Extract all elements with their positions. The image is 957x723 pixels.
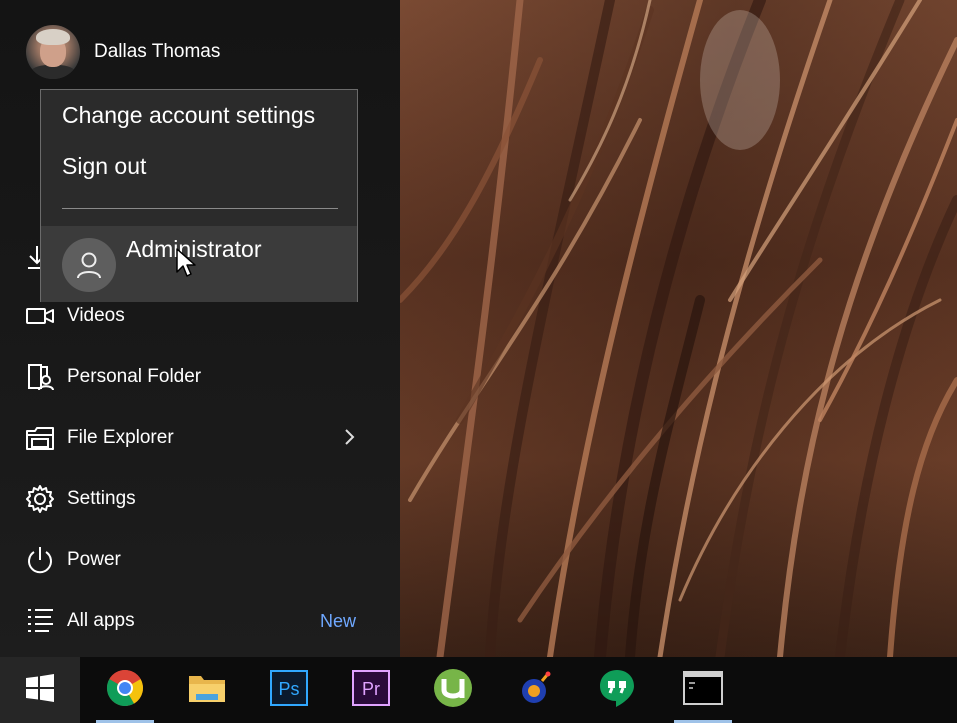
- nav-item-label: Videos: [67, 305, 125, 326]
- change-account-settings-option[interactable]: Change account settings: [62, 102, 315, 129]
- photoshop-icon: Ps: [270, 670, 308, 710]
- nav-item-label: Settings: [67, 488, 136, 509]
- nav-item-label: File Explorer: [67, 427, 174, 448]
- nav-item-all-apps[interactable]: All apps New: [0, 595, 400, 647]
- flyout-divider: [62, 208, 338, 209]
- folder-icon: [188, 672, 226, 708]
- file-explorer-icon: [25, 423, 55, 453]
- mouse-cursor-icon: [176, 248, 196, 284]
- new-badge: New: [319, 610, 356, 631]
- power-icon: [25, 545, 55, 575]
- hangouts-icon: [598, 668, 636, 712]
- start-button[interactable]: [0, 657, 80, 723]
- taskbar-chrome[interactable]: [86, 657, 164, 723]
- nav-item-label: All apps: [67, 610, 135, 631]
- svg-text:Pr: Pr: [362, 679, 380, 699]
- desktop-wallpaper: [400, 0, 957, 657]
- user-placeholder-icon: [62, 238, 116, 292]
- switch-account-administrator[interactable]: Administrator: [41, 226, 357, 302]
- taskbar-file-explorer[interactable]: [168, 657, 246, 723]
- nav-item-label: Personal Folder: [67, 366, 202, 387]
- taskbar-app-bomb[interactable]: [496, 657, 574, 723]
- utorrent-icon: [433, 668, 473, 712]
- nav-item-file-explorer[interactable]: File Explorer: [0, 412, 400, 464]
- all-apps-icon: [25, 606, 55, 636]
- taskbar-utorrent[interactable]: [414, 657, 492, 723]
- taskbar-command-prompt[interactable]: [664, 657, 742, 723]
- user-name: Dallas Thomas: [94, 41, 221, 62]
- account-flyout-menu: Change account settings Sign out Adminis…: [40, 89, 358, 302]
- sign-out-option[interactable]: Sign out: [62, 153, 146, 180]
- nav-item-settings[interactable]: Settings: [0, 473, 400, 525]
- windows-icon: [26, 674, 54, 706]
- personal-folder-icon: [25, 362, 55, 392]
- nav-item-power[interactable]: Power: [0, 534, 400, 586]
- start-menu: Dallas Thomas Videos Personal Folder Fil…: [0, 0, 400, 657]
- nav-item-personal-folder[interactable]: Personal Folder: [0, 351, 400, 403]
- svg-text:Ps: Ps: [278, 679, 299, 699]
- user-account-button[interactable]: Dallas Thomas: [26, 24, 220, 80]
- taskbar-premiere[interactable]: Pr: [332, 657, 410, 723]
- bomb-icon: [516, 669, 554, 711]
- gear-icon: [25, 484, 55, 514]
- premiere-icon: Pr: [352, 670, 390, 710]
- chevron-right-icon[interactable]: [344, 426, 356, 454]
- chrome-icon: [106, 669, 144, 711]
- video-icon: [25, 301, 55, 331]
- taskbar-hangouts[interactable]: [578, 657, 656, 723]
- taskbar: Ps Pr: [0, 657, 957, 723]
- nav-item-label: Power: [67, 549, 121, 570]
- terminal-icon: [683, 671, 723, 709]
- taskbar-photoshop[interactable]: Ps: [250, 657, 328, 723]
- user-avatar: [26, 25, 80, 79]
